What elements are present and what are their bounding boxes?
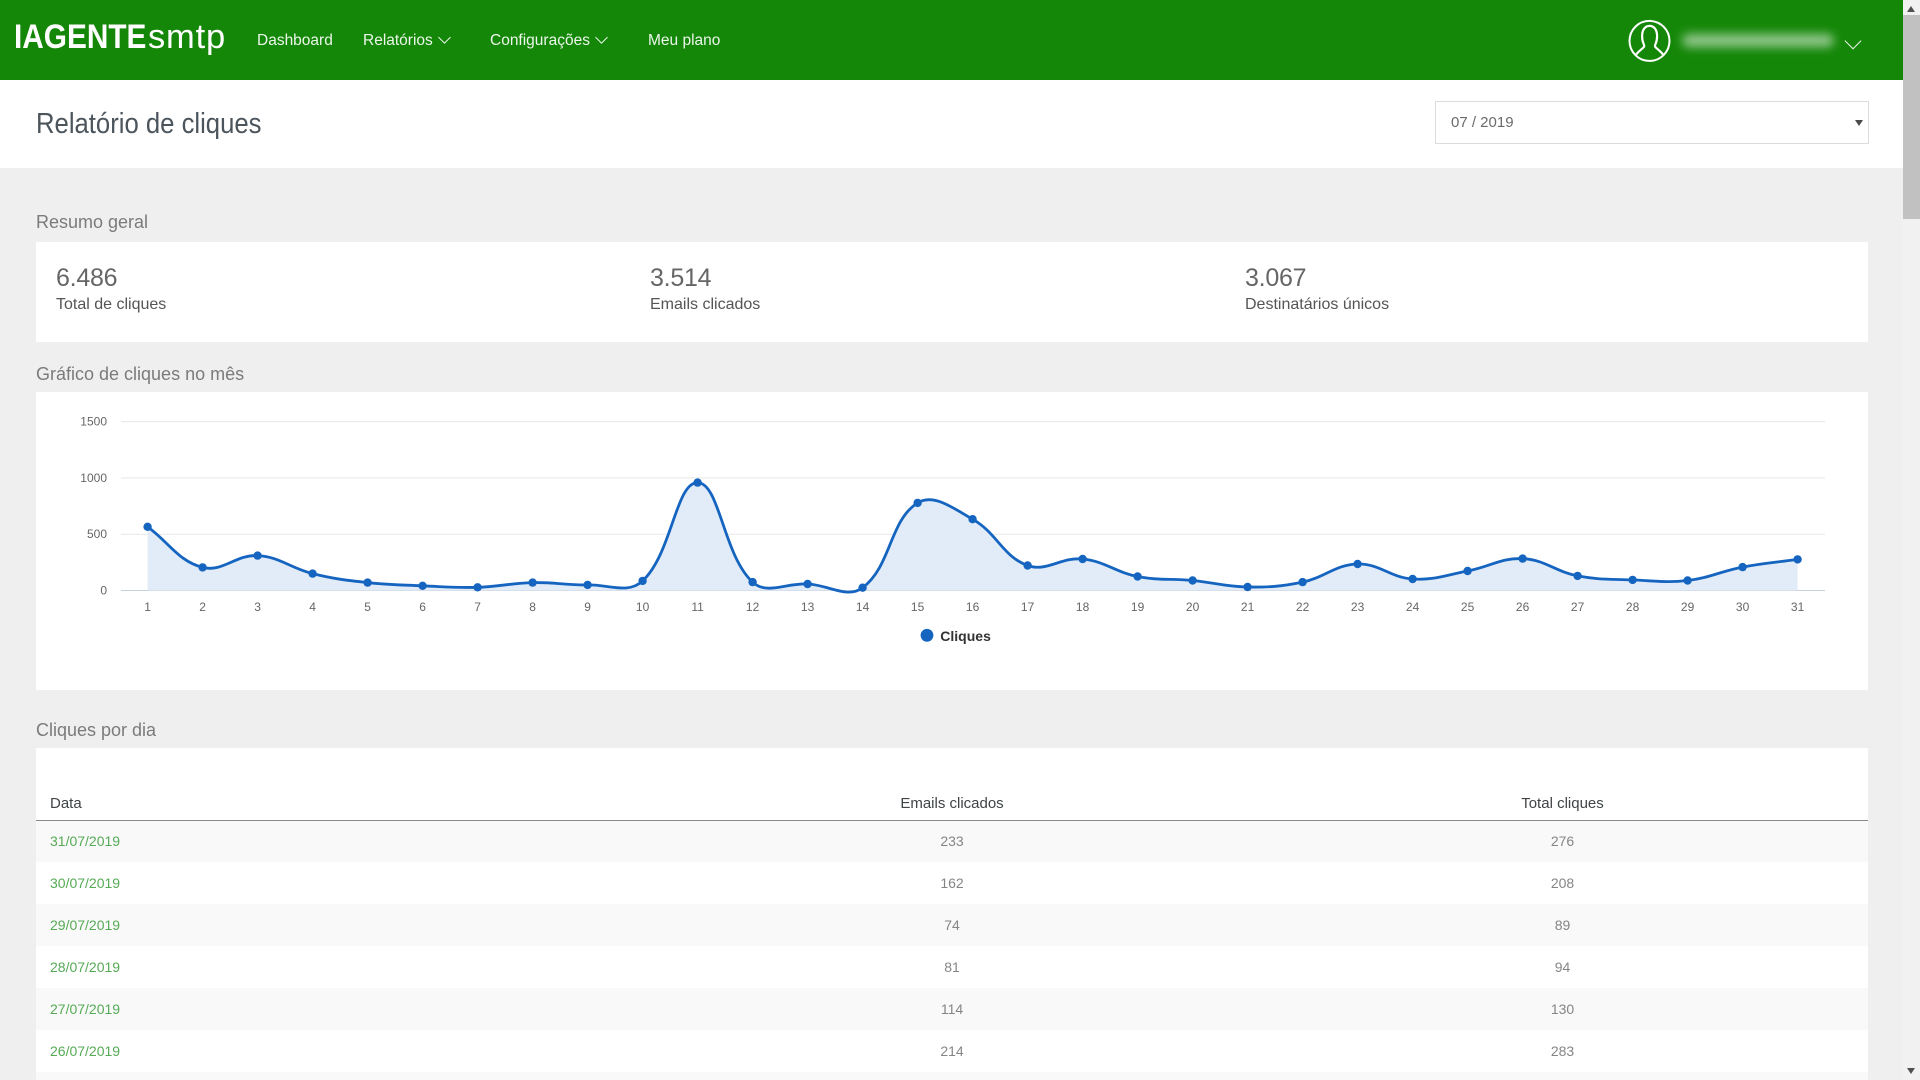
svg-text:10: 10 <box>636 600 650 614</box>
svg-text:0: 0 <box>100 584 107 598</box>
svg-text:12: 12 <box>746 600 760 614</box>
svg-text:5: 5 <box>364 600 371 614</box>
svg-text:27: 27 <box>1571 600 1585 614</box>
svg-text:31: 31 <box>1791 600 1805 614</box>
svg-text:30: 30 <box>1736 600 1750 614</box>
svg-text:500: 500 <box>87 527 107 541</box>
svg-text:25: 25 <box>1461 600 1475 614</box>
svg-text:9: 9 <box>584 600 591 614</box>
svg-text:1000: 1000 <box>80 471 107 485</box>
svg-text:16: 16 <box>966 600 980 614</box>
svg-text:21: 21 <box>1241 600 1255 614</box>
svg-text:20: 20 <box>1186 600 1200 614</box>
svg-text:13: 13 <box>801 600 815 614</box>
svg-text:17: 17 <box>1021 600 1035 614</box>
svg-text:4: 4 <box>309 600 316 614</box>
svg-text:23: 23 <box>1351 600 1365 614</box>
svg-text:Cliques: Cliques <box>940 628 991 644</box>
svg-text:24: 24 <box>1406 600 1420 614</box>
svg-text:15: 15 <box>911 600 925 614</box>
svg-text:1500: 1500 <box>80 415 107 429</box>
svg-text:6: 6 <box>419 600 426 614</box>
svg-text:28: 28 <box>1626 600 1640 614</box>
svg-text:22: 22 <box>1296 600 1310 614</box>
svg-text:1: 1 <box>144 600 151 614</box>
svg-text:14: 14 <box>856 600 870 614</box>
svg-text:29: 29 <box>1681 600 1695 614</box>
svg-text:26: 26 <box>1516 600 1530 614</box>
svg-text:18: 18 <box>1076 600 1090 614</box>
svg-text:8: 8 <box>529 600 536 614</box>
svg-text:3: 3 <box>254 600 261 614</box>
svg-text:19: 19 <box>1131 600 1145 614</box>
svg-text:7: 7 <box>474 600 481 614</box>
svg-text:11: 11 <box>691 600 704 614</box>
svg-text:2: 2 <box>199 600 206 614</box>
